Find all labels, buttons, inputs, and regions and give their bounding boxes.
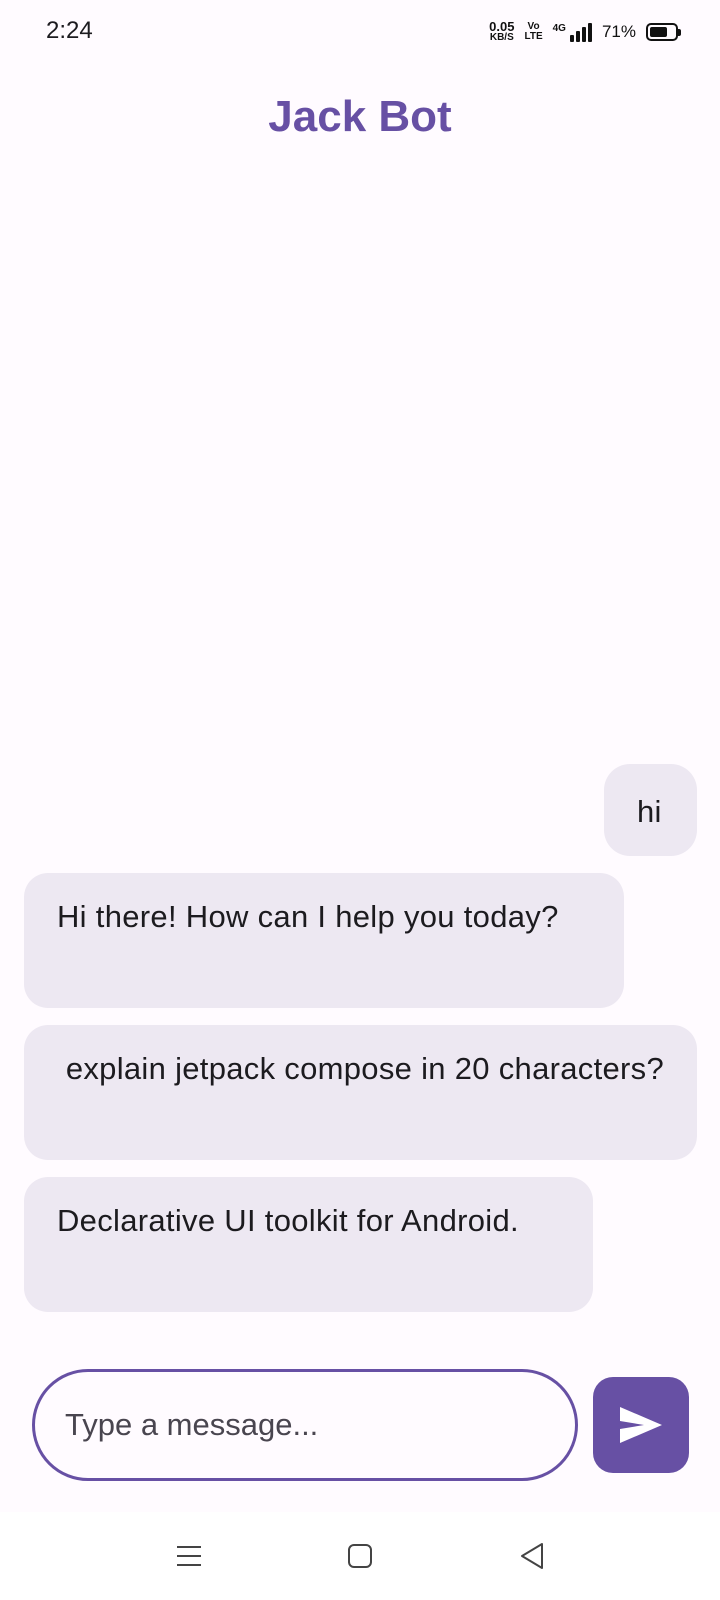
volte-icon: Vo LTE (524, 22, 542, 42)
status-time: 2:24 (46, 17, 93, 44)
back-icon (521, 1543, 543, 1569)
battery-level-fill (650, 27, 667, 37)
message-input[interactable] (32, 1369, 578, 1481)
send-button[interactable] (593, 1377, 689, 1473)
volte-bottom-label: LTE (524, 31, 543, 42)
user-message-bubble: explain jetpack compose in 20 characters… (24, 1025, 697, 1160)
home-icon (348, 1544, 372, 1568)
menu-button[interactable] (165, 1534, 213, 1578)
battery-percent: 71% (601, 22, 636, 41)
signal-icon: 4G (552, 22, 592, 42)
status-bar: 2:24 0.05 KB/S Vo LTE 4G 71% (0, 0, 720, 64)
network-type-label: 4G (552, 22, 566, 34)
signal-bar (581, 26, 586, 42)
battery-tip (678, 29, 681, 36)
system-navigation-bar (0, 1512, 720, 1600)
menu-icon (177, 1546, 201, 1566)
signal-bar (569, 34, 574, 42)
network-speed-value: 0.05 (489, 19, 515, 34)
signal-bar (587, 22, 592, 42)
home-button[interactable] (336, 1534, 384, 1578)
network-speed-unit: KB/S (489, 32, 514, 43)
status-icons: 0.05 KB/S Vo LTE 4G 71% (489, 16, 681, 48)
user-message-bubble: hi (604, 764, 697, 856)
battery-icon (646, 23, 681, 41)
bot-message-bubble: Hi there! How can I help you today? (24, 873, 624, 1008)
app-title: Jack Bot (268, 92, 452, 141)
signal-bar (575, 30, 580, 42)
back-button[interactable] (508, 1534, 556, 1578)
bot-message-bubble: Declarative UI toolkit for Android. (24, 1177, 593, 1312)
network-speed: 0.05 KB/S (489, 19, 515, 43)
chat-screen: 2:24 0.05 KB/S Vo LTE 4G 71% Jack Bot hi… (0, 0, 720, 1600)
send-icon (620, 1407, 662, 1443)
